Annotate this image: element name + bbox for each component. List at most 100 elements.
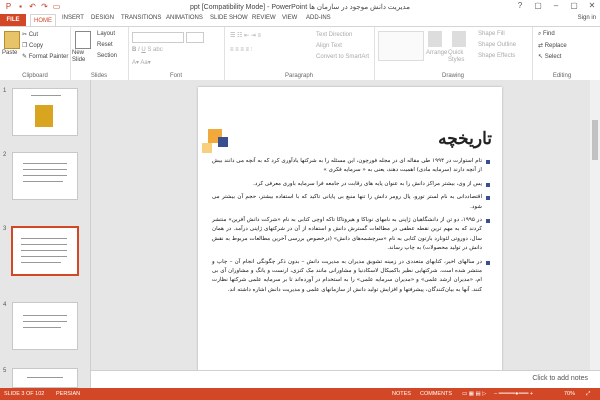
font-group-label: Font: [169, 73, 182, 79]
thumbnail-number: 5: [3, 368, 7, 374]
new-slide-button[interactable]: New Slide: [72, 50, 94, 64]
current-slide[interactable]: تاریخچه تام استوارت در ۱۹۹۴ طی مقاله ای …: [198, 87, 502, 384]
bullet-item: در سالهای اخیر، کتابهای متعددی در زمینه …: [212, 258, 490, 296]
decorative-block-icon: [202, 143, 212, 153]
thumbnail-number: 3: [3, 226, 7, 232]
ribbon-tabs: FILE HOME INSERT DESIGN TRANSITIONS ANIM…: [0, 14, 600, 27]
minimize-button[interactable]: –: [550, 1, 562, 10]
scrollbar-thumb[interactable]: [592, 120, 598, 160]
paragraph-group-label: Paragraph: [284, 73, 314, 79]
new-slide-icon[interactable]: [75, 31, 91, 49]
paste-button[interactable]: Paste: [2, 50, 17, 56]
tab-animations[interactable]: ANIMATIONS: [166, 15, 203, 21]
format-painter-button[interactable]: ✎ Format Painter: [22, 53, 68, 60]
align-text-button[interactable]: Align Text: [316, 43, 342, 49]
quick-styles-button[interactable]: Quick Styles: [448, 50, 472, 64]
copy-icon: ❐: [22, 43, 30, 49]
window-title: ppt [Compatibility Mode] - PowerPoint مد…: [190, 4, 410, 11]
zoom-level[interactable]: 70%: [564, 391, 575, 397]
slide-body[interactable]: تام استوارت در ۱۹۹۴ طی مقاله ای در مجله …: [212, 157, 490, 299]
thumbnail-number: 4: [3, 302, 7, 308]
tab-view[interactable]: VIEW: [282, 15, 297, 21]
quick-styles-icon[interactable]: [452, 31, 466, 47]
bullet-item: اقتصاددانی به نام لستر تورو، پال رومر دا…: [212, 193, 490, 212]
thumbnail-image: [35, 105, 53, 127]
window-controls: ? ▢ – ▢ ✕: [514, 1, 598, 10]
vertical-scrollbar[interactable]: [590, 80, 600, 370]
view-buttons[interactable]: ▭ ▦ ▤ ▷: [462, 391, 486, 397]
slide-thumbnail[interactable]: [12, 88, 78, 136]
scissors-icon: ✂: [22, 32, 29, 38]
editing-group-label: Editing: [552, 73, 572, 79]
ribbon: Paste ✂ Cut ❐ Copy ✎ Format Painter Clip…: [0, 26, 600, 81]
paste-icon[interactable]: [4, 31, 20, 49]
slide-editing-canvas: تاریخچه تام استوارت در ۱۹۹۴ طی مقاله ای …: [91, 80, 600, 388]
fit-slide-icon[interactable]: ⤢: [586, 391, 590, 398]
reset-button[interactable]: Reset: [97, 42, 113, 48]
maximize-button[interactable]: ▢: [568, 1, 580, 10]
section-button[interactable]: Section: [97, 53, 117, 59]
arrange-button[interactable]: Arrange: [426, 50, 447, 56]
convert-smartart-button[interactable]: Convert to SmartArt: [316, 54, 369, 60]
cut-button[interactable]: ✂ Cut: [22, 31, 38, 38]
font-name-box[interactable]: [132, 32, 184, 43]
slide-thumbnail[interactable]: [12, 152, 78, 200]
bold-button[interactable]: B I U S abc: [132, 47, 163, 53]
slides-group: New Slide Layout Reset Section Slides: [70, 27, 129, 80]
tab-transitions[interactable]: TRANSITIONS: [121, 15, 161, 21]
text-direction-button[interactable]: Text Direction: [316, 32, 352, 38]
tab-insert[interactable]: INSERT: [62, 15, 84, 21]
tab-review[interactable]: REVIEW: [252, 15, 276, 21]
slide-thumbnail[interactable]: [12, 302, 78, 350]
zoom-slider[interactable]: – ━━━━━●━━━ +: [494, 391, 533, 397]
paragraph-group: ☰ ☷ ⇤ ⇥ ≡ ≡ ≡ ≡ ≡ ⫶ Text Direction Align…: [224, 27, 375, 80]
sign-in-link[interactable]: Sign in: [578, 15, 596, 21]
replace-icon: ⇄: [538, 43, 545, 49]
slides-group-label: Slides: [90, 73, 108, 79]
arrange-icon[interactable]: [428, 31, 442, 47]
copy-button[interactable]: ❐ Copy: [22, 42, 43, 49]
shape-fill-button[interactable]: Shape Fill: [478, 31, 505, 37]
font-color-button[interactable]: A▾ Aa▾: [132, 59, 151, 66]
tab-file[interactable]: FILE: [0, 14, 26, 26]
slide-title[interactable]: تاریخچه: [226, 129, 492, 149]
bullet-item: تام استوارت در ۱۹۹۴ طی مقاله ای در مجله …: [212, 157, 490, 176]
bullets-button[interactable]: ☰ ☷ ⇤ ⇥ ≡: [230, 32, 261, 39]
help-button[interactable]: ?: [514, 1, 526, 10]
font-size-box[interactable]: [186, 32, 204, 43]
tab-slide-show[interactable]: SLIDE SHOW: [210, 15, 248, 21]
layout-button[interactable]: Layout: [97, 31, 115, 37]
font-group: B I U S abc A▾ Aa▾ Font: [128, 27, 225, 80]
clipboard-group: Paste ✂ Cut ❐ Copy ✎ Format Painter Clip…: [0, 27, 71, 80]
tab-add-ins[interactable]: ADD-INS: [306, 15, 331, 21]
shape-outline-button[interactable]: Shape Outline: [478, 42, 516, 48]
shape-effects-button[interactable]: Shape Effects: [478, 53, 515, 59]
ribbon-display-button[interactable]: ▢: [532, 1, 544, 10]
select-button[interactable]: ↖ Select: [538, 53, 561, 60]
slide-counter: SLIDE 3 OF 102: [4, 391, 45, 397]
thumbnail-number: 2: [3, 152, 7, 158]
cursor-icon: ↖: [538, 54, 545, 60]
align-buttons[interactable]: ≡ ≡ ≡ ≡ ⫶: [230, 47, 252, 54]
tab-design[interactable]: DESIGN: [91, 15, 114, 21]
notes-pane[interactable]: Click to add notes: [91, 370, 600, 389]
slide-thumbnails-pane: 1 2 3 4 5: [0, 80, 91, 388]
bullet-item: پس از وی، بیشتر مراکز دانش را به عنوان پ…: [212, 180, 490, 189]
clipboard-group-label: Clipboard: [22, 73, 48, 79]
find-button[interactable]: ⌕ Find: [538, 31, 555, 38]
notes-placeholder[interactable]: Click to add notes: [532, 375, 588, 382]
close-button[interactable]: ✕: [586, 1, 598, 10]
shapes-gallery[interactable]: [378, 31, 424, 61]
notes-toggle[interactable]: NOTES: [392, 391, 411, 397]
status-bar: SLIDE 3 OF 102 PERSIAN NOTES COMMENTS ▭ …: [0, 388, 600, 400]
thumbnail-number: 1: [3, 88, 7, 94]
title-bar: P ▪ ↶ ↷ ▭ ppt [Compatibility Mode] - Pow…: [0, 0, 600, 14]
slide-thumbnail-selected[interactable]: [11, 226, 79, 276]
slide-thumbnail[interactable]: [12, 368, 78, 388]
bullet-item: در ۱۹۹۵، دو تن از دانشگاهیان ژاپنی به نا…: [212, 216, 490, 254]
brush-icon: ✎: [22, 54, 29, 60]
comments-toggle[interactable]: COMMENTS: [420, 391, 452, 397]
language-indicator[interactable]: PERSIAN: [56, 391, 80, 397]
replace-button[interactable]: ⇄ Replace: [538, 42, 567, 49]
editing-group: ⌕ Find ⇄ Replace ↖ Select Editing: [532, 27, 592, 80]
